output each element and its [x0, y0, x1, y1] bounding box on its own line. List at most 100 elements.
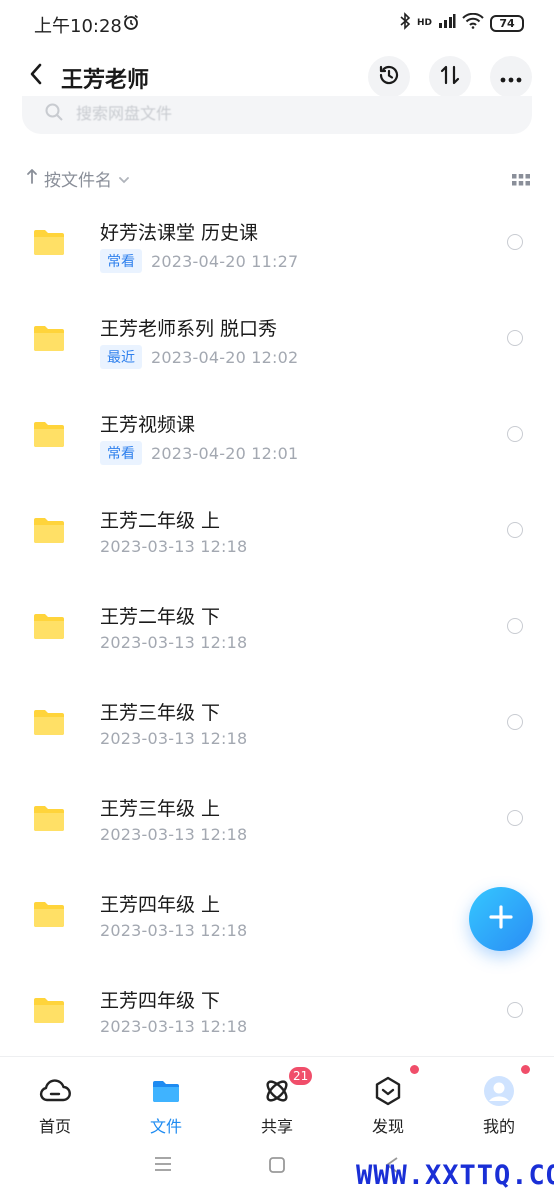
- file-name: 王芳二年级 上: [100, 510, 221, 532]
- select-checkbox[interactable]: [507, 714, 523, 730]
- file-row[interactable]: 好芳法课堂 历史课 常看 2023-04-20 11:27: [0, 194, 554, 290]
- file-name: 王芳老师系列 脱口秀: [100, 318, 278, 340]
- file-name: 王芳四年级 上: [100, 894, 221, 916]
- cloud-home-icon: [39, 1075, 71, 1107]
- file-row[interactable]: 王芳老师系列 脱口秀 最近 2023-04-20 12:02: [0, 290, 554, 386]
- back-icon: [29, 63, 43, 89]
- nav-files[interactable]: 文件: [126, 1069, 206, 1136]
- add-fab-button[interactable]: [469, 887, 533, 951]
- search-icon: [44, 102, 64, 126]
- file-meta: 2023-03-13 12:18: [100, 1017, 247, 1036]
- select-checkbox[interactable]: [507, 1002, 523, 1018]
- home-square-icon[interactable]: [268, 1156, 286, 1178]
- discover-cube-icon: [372, 1075, 404, 1107]
- folder-icon: [33, 804, 65, 836]
- file-date: 2023-03-13 12:18: [100, 633, 248, 652]
- watermark: WWW.XXTTQ.COM: [356, 1160, 554, 1191]
- nav-share[interactable]: 21 共享: [237, 1067, 317, 1136]
- signal-icon: [438, 13, 456, 33]
- status-bar: 上午10:28 HD 74: [0, 0, 554, 48]
- folder-icon: [33, 996, 65, 1028]
- file-meta: 2023-03-13 12:18: [100, 825, 247, 844]
- select-checkbox[interactable]: [507, 234, 523, 250]
- search-bar[interactable]: 搜索网盘文件: [22, 96, 532, 134]
- me-dot: [521, 1065, 530, 1074]
- file-date: 2023-04-20 12:01: [151, 443, 299, 463]
- battery-indicator: 74: [490, 14, 524, 32]
- file-date: 2023-03-13 12:18: [100, 729, 248, 748]
- select-checkbox[interactable]: [507, 810, 523, 826]
- file-date: 2023-03-13 12:18: [100, 921, 248, 940]
- more-icon: [500, 68, 522, 87]
- history-button[interactable]: [368, 56, 410, 98]
- frequent-tag: 常看: [100, 249, 142, 273]
- file-name: 王芳四年级 下: [100, 990, 221, 1012]
- share-badge: 21: [289, 1067, 313, 1085]
- folder-icon: [33, 420, 65, 452]
- arrow-up-icon: [26, 168, 38, 189]
- nav-discover[interactable]: 发现: [348, 1065, 428, 1136]
- select-checkbox[interactable]: [507, 426, 523, 442]
- plus-icon: [488, 904, 514, 934]
- folder-icon: [33, 708, 65, 740]
- file-date: 2023-04-20 11:27: [151, 251, 299, 271]
- file-meta: 常看 2023-04-20 11:27: [100, 249, 298, 273]
- file-row[interactable]: 王芳二年级 下 2023-03-13 12:18: [0, 578, 554, 674]
- discover-dot: [410, 1065, 419, 1074]
- status-icons: HD 74: [399, 12, 524, 34]
- file-row[interactable]: 王芳三年级 下 2023-03-13 12:18: [0, 674, 554, 770]
- file-name: 王芳三年级 上: [100, 798, 221, 820]
- back-button[interactable]: [18, 58, 54, 94]
- file-date: 2023-04-20 12:02: [151, 347, 299, 367]
- file-meta: 2023-03-13 12:18: [100, 921, 247, 940]
- folder-icon: [150, 1075, 182, 1107]
- folder-icon: [33, 324, 65, 356]
- folder-icon: [33, 516, 65, 548]
- transfer-button[interactable]: [429, 56, 471, 98]
- file-name: 好芳法课堂 历史课: [100, 222, 259, 244]
- select-checkbox[interactable]: [507, 618, 523, 634]
- history-icon: [376, 62, 402, 92]
- grid-view-toggle[interactable]: [512, 172, 530, 191]
- bottom-nav: 首页 文件 21 共享 发现 我的: [0, 1056, 554, 1136]
- frequent-tag: 常看: [100, 441, 142, 465]
- file-meta: 2023-03-13 12:18: [100, 729, 247, 748]
- nav-home[interactable]: 首页: [15, 1069, 95, 1136]
- file-date: 2023-03-13 12:18: [100, 537, 248, 556]
- bluetooth-icon: [399, 12, 411, 34]
- select-checkbox[interactable]: [507, 522, 523, 538]
- recent-tag: 最近: [100, 345, 142, 369]
- alarm-icon: [122, 13, 140, 35]
- file-row[interactable]: 王芳视频课 常看 2023-04-20 12:01: [0, 386, 554, 482]
- chevron-down-icon: [118, 169, 130, 189]
- sort-by-name-button[interactable]: 按文件名: [26, 166, 130, 191]
- menu-icon[interactable]: [154, 1156, 172, 1176]
- file-date: 2023-03-13 12:18: [100, 1017, 248, 1036]
- file-date: 2023-03-13 12:18: [100, 825, 248, 844]
- file-meta: 2023-03-13 12:18: [100, 537, 247, 556]
- share-orbit-icon: [261, 1075, 293, 1107]
- status-time: 上午10:28: [34, 16, 122, 37]
- folder-icon: [33, 612, 65, 644]
- file-name: 王芳三年级 下: [100, 702, 221, 724]
- sort-swap-icon: [439, 64, 461, 90]
- search-placeholder: 搜索网盘文件: [76, 104, 173, 123]
- wifi-icon: [462, 12, 484, 33]
- file-name: 王芳二年级 下: [100, 606, 221, 628]
- folder-icon: [33, 900, 65, 932]
- sort-label: 按文件名: [44, 171, 112, 191]
- file-row[interactable]: 王芳二年级 上 2023-03-13 12:18: [0, 482, 554, 578]
- sort-bar: 按文件名: [26, 166, 530, 194]
- grid-icon: [512, 172, 530, 191]
- file-name: 王芳视频课: [100, 414, 196, 436]
- file-meta: 2023-03-13 12:18: [100, 633, 247, 652]
- network-type: HD: [416, 17, 432, 28]
- page-title: 王芳老师: [61, 68, 150, 93]
- select-checkbox[interactable]: [507, 330, 523, 346]
- file-row[interactable]: 王芳三年级 上 2023-03-13 12:18: [0, 770, 554, 866]
- file-meta: 常看 2023-04-20 12:01: [100, 441, 298, 465]
- file-meta: 最近 2023-04-20 12:02: [100, 345, 298, 369]
- nav-me[interactable]: 我的: [459, 1065, 539, 1136]
- file-row[interactable]: 王芳四年级 下 2023-03-13 12:18: [0, 962, 554, 1058]
- more-button[interactable]: [490, 56, 532, 98]
